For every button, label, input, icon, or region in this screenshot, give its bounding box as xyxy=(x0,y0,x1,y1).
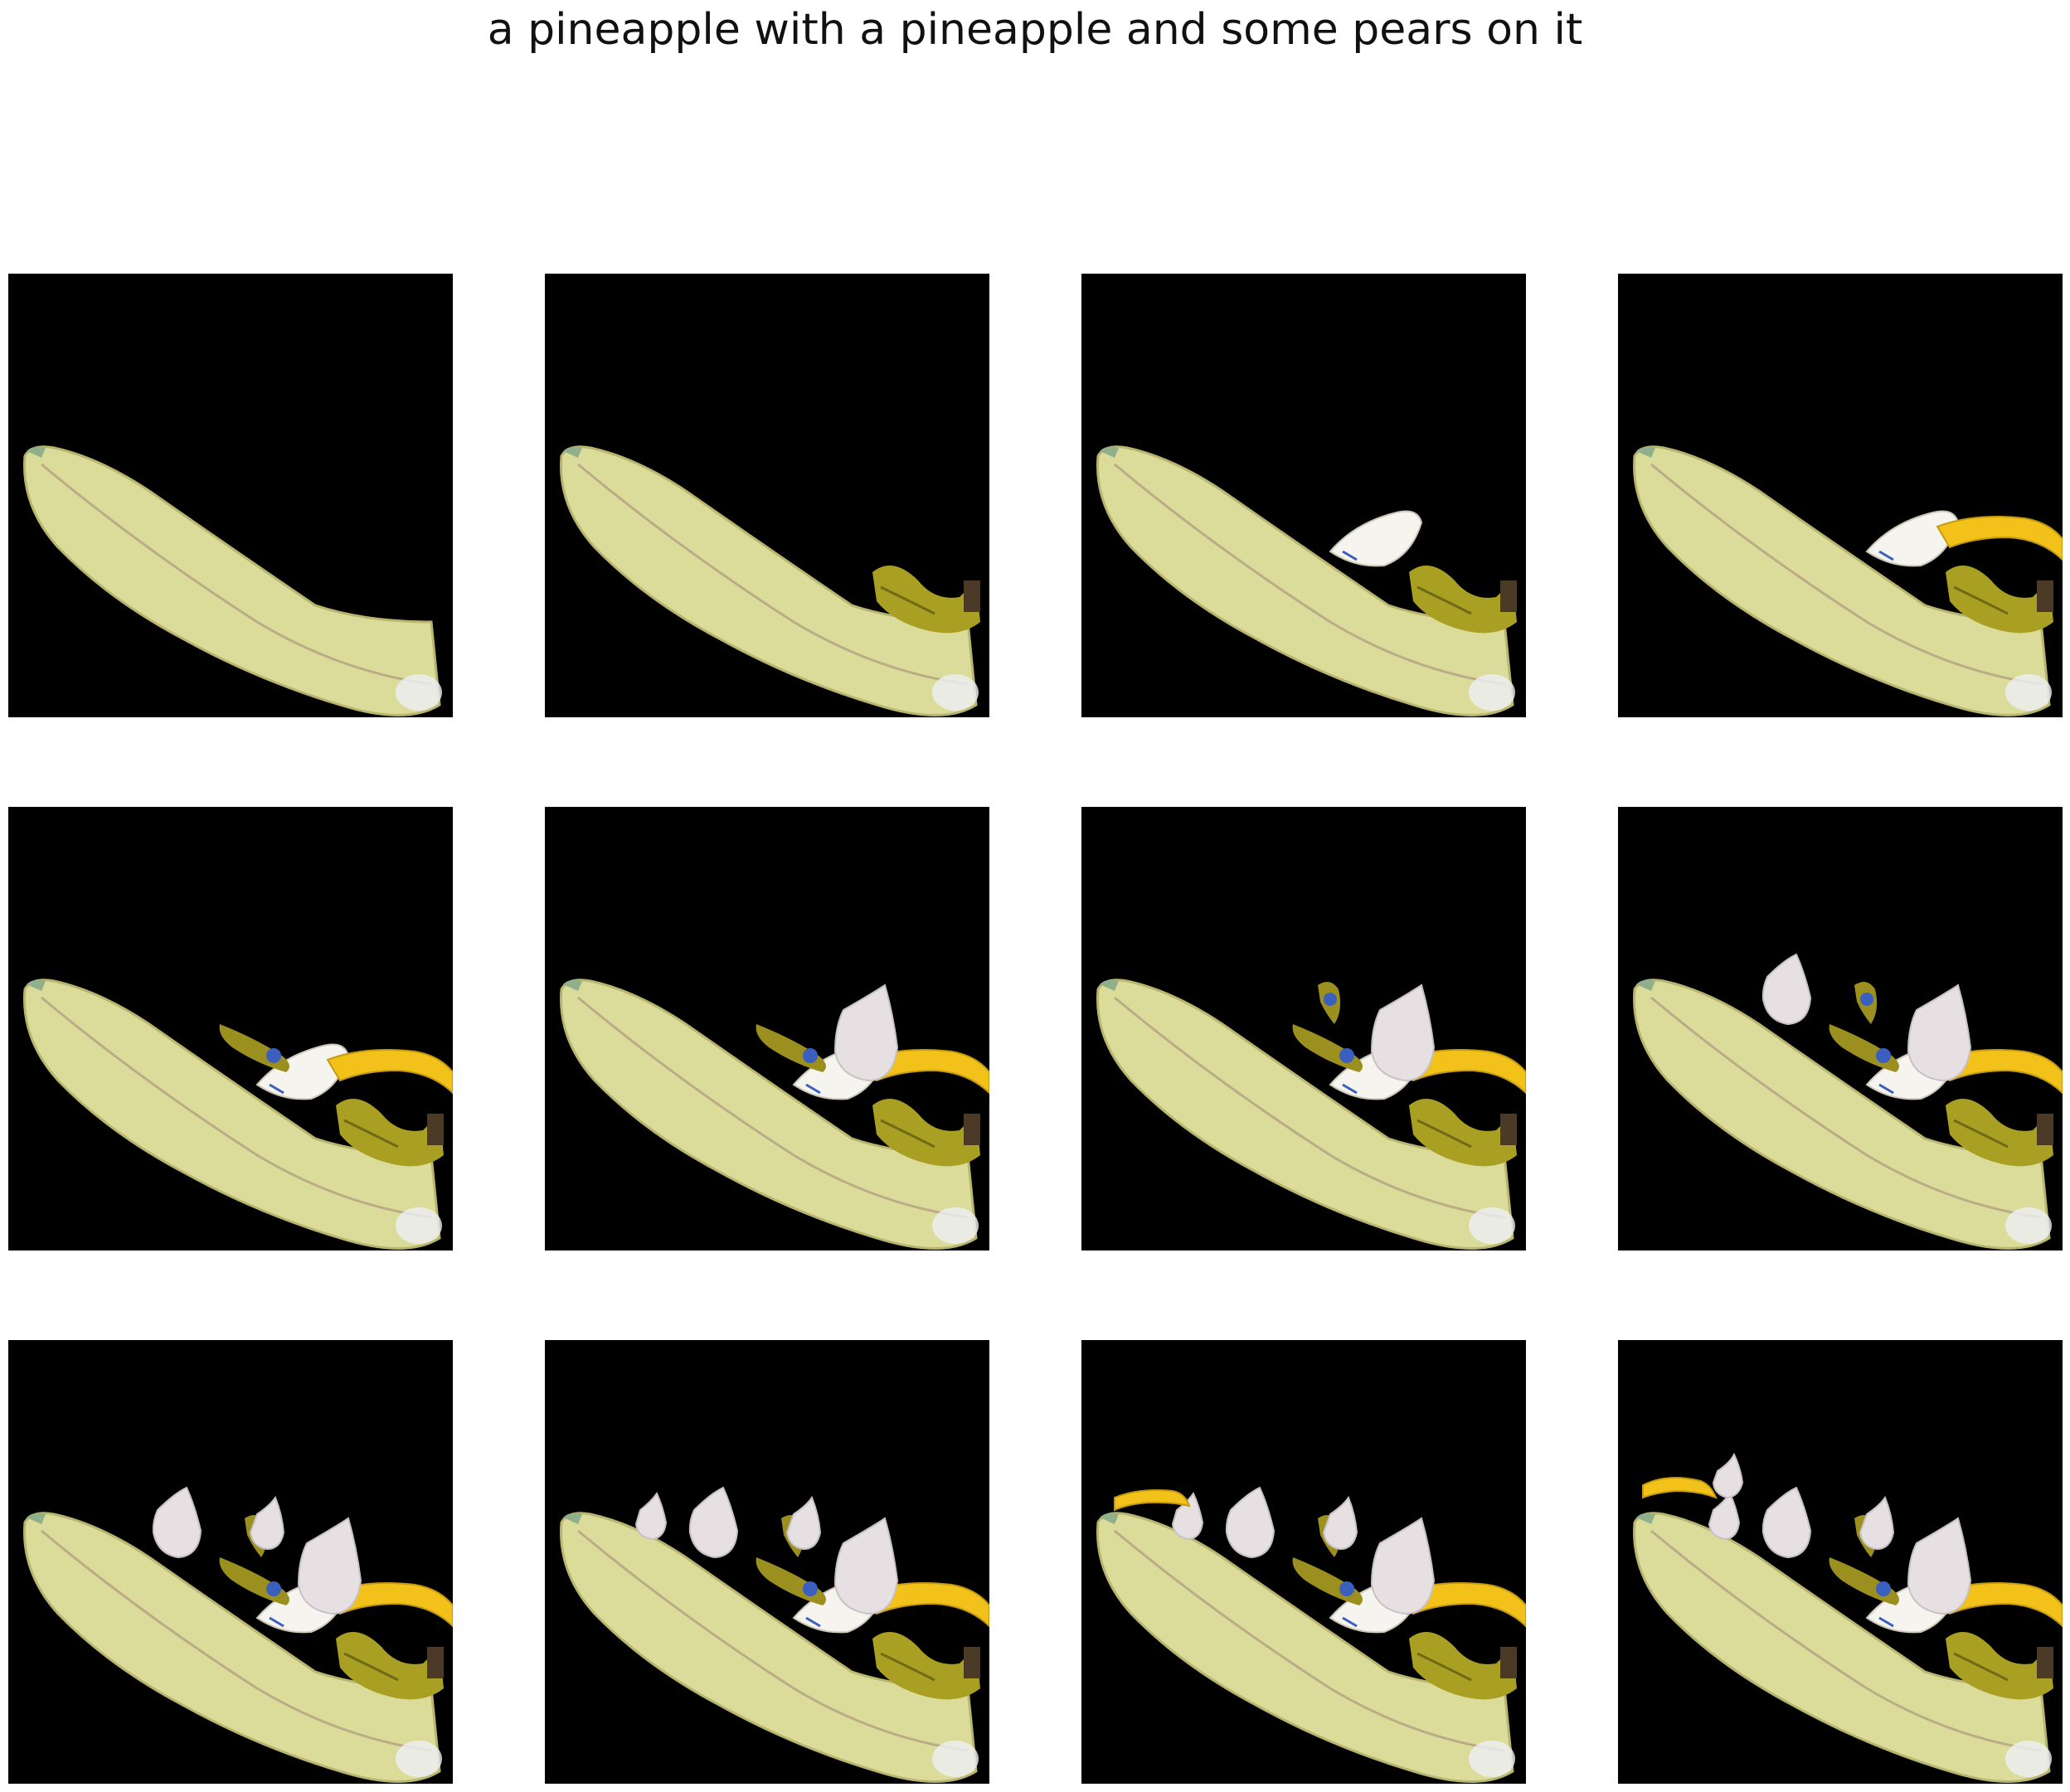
panel-image xyxy=(545,1340,989,1784)
image-panel-7 xyxy=(1081,807,1526,1251)
image-panel-5 xyxy=(8,807,453,1251)
panel-image xyxy=(545,274,989,717)
image-panel-1 xyxy=(8,274,453,717)
image-panel-11 xyxy=(1081,1340,1526,1784)
image-panel-8 xyxy=(1618,807,2063,1251)
panel-image xyxy=(1081,1340,1526,1784)
image-panel-9 xyxy=(8,1340,453,1784)
panel-image xyxy=(8,807,453,1251)
panel-image xyxy=(1081,274,1526,717)
panel-image xyxy=(1081,807,1526,1251)
image-panel-12 xyxy=(1618,1340,2063,1784)
image-panel-4 xyxy=(1618,274,2063,717)
panel-image xyxy=(8,274,453,717)
image-panel-10 xyxy=(545,1340,989,1784)
image-panel-6 xyxy=(545,807,989,1251)
figure-title: a pineapple with a pineapple and some pe… xyxy=(487,5,1583,55)
panel-image xyxy=(1618,1340,2063,1784)
image-panel-2 xyxy=(545,274,989,717)
panel-image xyxy=(8,1340,453,1784)
image-panel-3 xyxy=(1081,274,1526,717)
panel-image xyxy=(545,807,989,1251)
panel-image xyxy=(1618,274,2063,717)
panel-image xyxy=(1618,807,2063,1251)
